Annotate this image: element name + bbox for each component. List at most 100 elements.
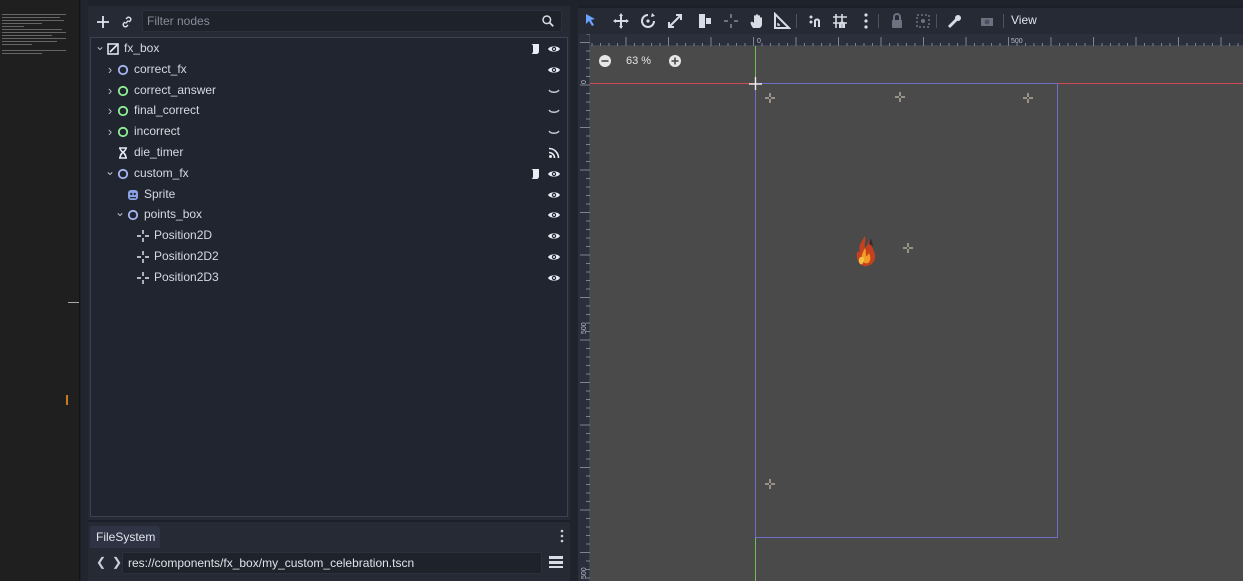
split-mode-icon[interactable] [548,554,564,570]
toolbar-separator [878,14,879,28]
audio-circle-icon [117,106,129,117]
signal-icon[interactable] [547,146,561,160]
scene-node-label: correct_fx [134,61,187,76]
tab-filesystem[interactable]: FileSystem [90,526,160,548]
zoom-level[interactable]: 63 % [626,55,651,67]
node2d-circle-icon [117,64,129,75]
sprite-fire-icon[interactable] [856,236,876,267]
scene-node-correct-answer[interactable]: › correct_answer [91,81,567,101]
audio-circle-icon [117,127,129,138]
toolbar-separator [796,14,797,28]
list-select-icon[interactable] [696,12,714,30]
filter-nodes-input[interactable] [147,13,537,29]
scale-icon[interactable] [666,12,684,30]
collapse-arrow-icon[interactable]: ⌄ [115,205,125,219]
expand-arrow-icon[interactable]: › [105,83,115,98]
scene-node-position2d2[interactable]: Position2D2 [91,247,567,267]
scene-tree[interactable]: ⌄ fx_box › correct_fx › correct_answer › final_… [90,37,568,517]
vertical-ruler[interactable]: 0 500 500 [578,33,590,581]
horizontal-ruler[interactable]: 0 500 [590,34,1243,47]
scene-node-points-box[interactable]: ⌄ points_box [91,205,567,225]
move-icon[interactable] [612,12,630,30]
position2d-gizmo[interactable] [765,93,775,103]
eye-icon[interactable] [547,167,561,181]
position2d-gizmo[interactable] [903,243,913,253]
dock-tab-strip [88,0,570,6]
plus-icon [97,16,109,28]
zoom-out-icon[interactable] [598,54,612,68]
lock-icon[interactable] [888,12,906,30]
kebab-menu-icon[interactable] [558,528,566,544]
2d-canvas[interactable]: 63 % [590,46,1243,581]
eye-icon[interactable] [547,42,561,56]
eye-icon[interactable] [547,271,561,285]
view-menu-button[interactable]: View [1011,13,1037,27]
instance-scene-button[interactable] [116,11,138,33]
eye-icon[interactable] [547,250,561,264]
rotate-icon[interactable] [639,12,657,30]
filter-nodes-field[interactable] [142,10,562,32]
viewport-splitter[interactable] [570,0,578,581]
back-button[interactable]: ❮ [96,555,108,571]
pan-icon[interactable] [748,12,766,30]
ruler-label: 500 [581,322,588,334]
eye-icon[interactable] [547,208,561,222]
filesystem-path-text: res://components/fx_box/my_custom_celebr… [128,556,415,570]
pivot-icon[interactable] [722,12,740,30]
position2d-gizmo[interactable] [895,92,905,102]
scene-node-custom-fx[interactable]: ⌄ custom_fx [91,164,567,184]
expand-arrow-icon[interactable]: › [105,104,115,118]
script-icon[interactable] [528,42,542,56]
add-node-button[interactable] [92,11,114,33]
position2d-icon [137,251,149,263]
scene-node-incorrect[interactable]: › incorrect [91,122,567,142]
origin-crosshair[interactable] [749,77,762,90]
position2d-icon [137,230,149,243]
ruler-icon[interactable] [773,12,791,30]
scene-node-correct-fx[interactable]: › correct_fx [91,60,567,80]
position2d-gizmo[interactable] [1023,93,1033,103]
camera-icon[interactable] [978,12,996,30]
timer-icon [119,147,127,159]
expand-arrow-icon[interactable]: › [105,62,115,77]
scene-node-position2d[interactable]: Position2D [91,226,567,246]
smart-snap-icon[interactable] [806,12,824,30]
dock-splitter[interactable] [81,0,88,581]
scene-node-label: Position2D [154,228,213,243]
canvas-toolbar: View [578,8,1243,34]
script-icon[interactable] [528,167,542,181]
scene-node-label: fx_box [124,41,160,55]
scene-node-sprite[interactable]: Sprite [91,185,567,205]
skeleton-icon[interactable] [946,12,964,30]
code-bookmark-marker [66,395,68,405]
scene-node-label: custom_fx [134,165,189,180]
group-icon[interactable] [914,12,932,30]
link-icon [122,16,132,28]
zoom-in-icon[interactable] [668,54,682,68]
scene-node-label: Position2D2 [154,249,219,263]
script-editor-minimap[interactable] [0,0,80,581]
expand-arrow-icon[interactable]: › [105,125,115,139]
grid-snap-icon[interactable] [831,12,849,30]
visibility-closed-icon[interactable] [547,104,561,118]
code-minimap-lines [2,14,68,74]
node2d-icon [107,43,119,55]
select-icon[interactable] [582,12,600,30]
eye-icon[interactable] [547,188,561,202]
collapse-arrow-icon[interactable]: ⌄ [95,39,105,53]
collapse-arrow-icon[interactable]: ⌄ [105,164,115,178]
visibility-closed-icon[interactable] [547,125,561,139]
scene-node-final-correct[interactable]: › final_correct [91,101,567,121]
scene-node-fx-box[interactable]: ⌄ fx_box [91,39,567,59]
filesystem-path-field[interactable]: res://components/fx_box/my_custom_celebr… [122,552,542,574]
scene-node-die-timer[interactable]: die_timer [91,143,567,163]
snap-options-icon[interactable] [857,12,875,30]
scene-node-position2d3[interactable]: Position2D3 [91,268,567,288]
eye-icon[interactable] [547,229,561,243]
visibility-closed-icon[interactable] [547,84,561,98]
eye-icon[interactable] [547,63,561,77]
scene-dock: ⌄ fx_box › correct_fx › correct_answer › final_… [88,0,570,520]
node2d-circle-icon [127,210,139,221]
position2d-gizmo[interactable] [765,479,775,489]
toolbar-separator [936,14,937,28]
